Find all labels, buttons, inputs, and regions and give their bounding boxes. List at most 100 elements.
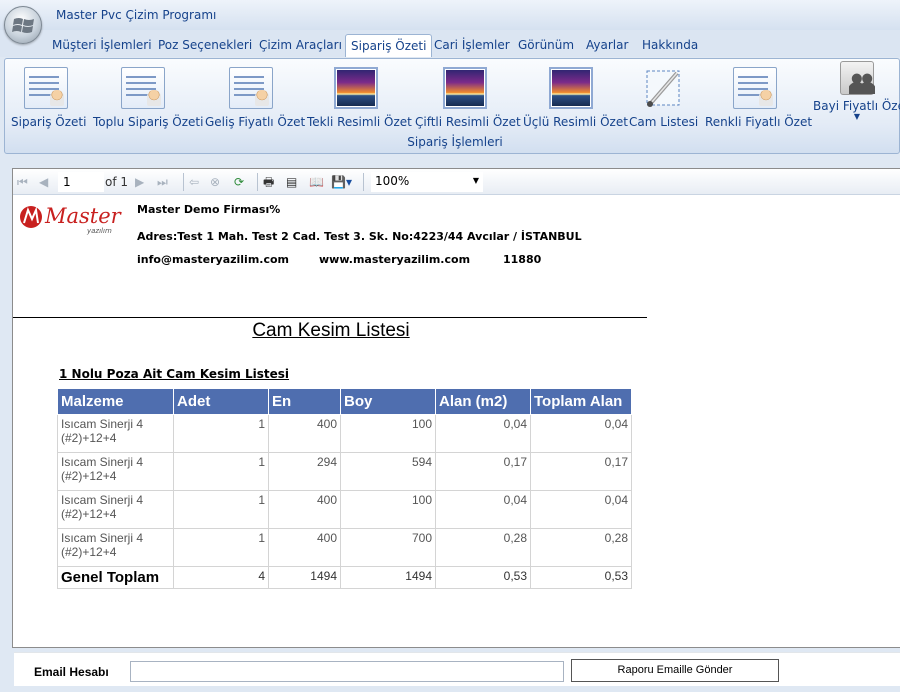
cell-adet: 1 (173, 490, 269, 529)
previous-page-icon[interactable]: ◀ (39, 174, 48, 190)
siparis-ozeti-button[interactable]: Sipariş Özeti (11, 67, 86, 129)
tab-ayarlar[interactable]: Ayarlar (581, 34, 633, 57)
tekli-resimli-ozet-label: Tekli Resimli Özet (307, 115, 412, 129)
company-logo: Master yazılım (19, 201, 129, 238)
page-number-input[interactable]: 1 (58, 172, 104, 192)
total-toplam: 0,53 (530, 566, 632, 589)
cell-malzeme: Isıcam Sinerji 4 (#2)+12+4 (57, 452, 174, 491)
cell-adet: 1 (173, 414, 269, 453)
list-user-icon (24, 67, 68, 109)
col-malzeme: Malzeme (57, 388, 174, 415)
users-icon (840, 61, 875, 95)
divider (13, 317, 647, 318)
cell-boy: 100 (340, 414, 436, 453)
zoom-value: 100% (375, 174, 410, 188)
back-icon[interactable]: ⇦ (189, 174, 199, 190)
report-title: Cam Kesim Listesi (252, 320, 410, 341)
page-setup-icon[interactable]: 📖 (309, 174, 324, 190)
tab-hakkinda[interactable]: Hakkında (637, 34, 703, 57)
page-count: of 1 (105, 175, 129, 189)
tab-gorunum[interactable]: Görünüm (513, 34, 579, 57)
next-page-icon[interactable]: ▶ (135, 174, 144, 190)
cell-en: 400 (268, 528, 341, 567)
cell-toplam: 0,28 (530, 528, 632, 567)
send-email-button[interactable]: Raporu Emaille Gönder (571, 659, 779, 682)
company-name: Master Demo Firması% (137, 203, 281, 216)
application-menu-button[interactable] (4, 6, 42, 44)
report-viewer: ⏮ ◀ 1 of 1 ▶ ⏭ ⇦ ⊗ ⟳ 🖶 ▤ 📖 💾▾ 100% ▼ Mast… (12, 168, 900, 648)
col-adet: Adet (173, 388, 269, 415)
cell-malzeme: Isıcam Sinerji 4 (#2)+12+4 (57, 414, 174, 453)
cell-boy: 700 (340, 528, 436, 567)
ciftli-resimli-ozet-label: Çiftli Resimli Özet (415, 115, 521, 129)
zoom-select[interactable]: 100% ▼ (371, 172, 483, 192)
table-row: Isıcam Sinerji 4 (#2)+12+4 1 294 594 0,1… (57, 452, 632, 491)
company-email: info@masteryazilim.com (137, 253, 290, 266)
table-row: Isıcam Sinerji 4 (#2)+12+4 1 400 100 0,0… (57, 414, 632, 453)
title-bar: Master Pvc Çizim Programı (0, 0, 900, 30)
uclu-resimli-ozet-label: Üçlü Resimli Özet (523, 115, 628, 129)
gelis-fiyatli-ozet-button[interactable]: Geliş Fiyatlı Özet (205, 67, 306, 129)
ribbon-panel: Sipariş Özeti Toplu Sipariş Özeti Geliş … (4, 58, 900, 154)
table-row: Isıcam Sinerji 4 (#2)+12+4 1 400 100 0,0… (57, 490, 632, 529)
col-alan: Alan (m2) (435, 388, 531, 415)
total-en: 1494 (268, 566, 341, 589)
uclu-resimli-ozet-button[interactable]: Üçlü Resimli Özet (523, 67, 628, 129)
cell-toplam: 0,04 (530, 490, 632, 529)
cell-toplam: 0,04 (530, 414, 632, 453)
first-page-icon[interactable]: ⏮ (17, 174, 28, 190)
tab-poz-secenekleri[interactable]: Poz Seçenekleri (153, 34, 257, 57)
bayi-fiyatli-ozet-button[interactable]: Bayi Fiyatlı Özet ▼ (813, 61, 900, 121)
cell-adet: 1 (173, 452, 269, 491)
cell-malzeme: Isıcam Sinerji 4 (#2)+12+4 (57, 490, 174, 529)
tab-siparis-ozeti[interactable]: Sipariş Özeti (345, 34, 433, 57)
tekli-resimli-ozet-button[interactable]: Tekli Resimli Özet (307, 67, 412, 129)
ciftli-resimli-ozet-button[interactable]: Çiftli Resimli Özet (415, 67, 521, 129)
tab-musteri-islemleri[interactable]: Müşteri İşlemleri (47, 34, 157, 57)
report-document: Master yazılım Master Demo Firması% Adre… (13, 195, 900, 647)
renkli-fiyatli-ozet-button[interactable]: Renkli Fiyatlı Özet (705, 67, 813, 129)
dropdown-arrow-icon: ▼ (853, 112, 861, 121)
export-icon[interactable]: 💾▾ (331, 174, 352, 190)
list-user-icon (121, 67, 165, 109)
stop-icon[interactable]: ⊗ (210, 174, 220, 190)
cell-boy: 100 (340, 490, 436, 529)
email-input[interactable] (130, 661, 564, 682)
cam-kesim-table: Malzeme Adet En Boy Alan (m2) Toplam Ala… (57, 388, 632, 589)
col-boy: Boy (340, 388, 436, 415)
renkli-fiyatli-ozet-label: Renkli Fiyatlı Özet (705, 115, 813, 129)
cell-toplam: 0,17 (530, 452, 632, 491)
gelis-fiyatli-ozet-label: Geliş Fiyatlı Özet (205, 115, 306, 129)
company-address: Adres:Test 1 Mah. Test 2 Cad. Test 3. Sk… (137, 230, 582, 243)
glass-icon (641, 67, 685, 109)
cell-alan: 0,04 (435, 414, 531, 453)
photo-icon (549, 67, 593, 109)
ribbon-group-label: Sipariş İşlemleri (407, 135, 503, 149)
cell-en: 400 (268, 414, 341, 453)
menu-tabs: Müşteri İşlemleri Poz Seçenekleri Çizim … (0, 30, 900, 57)
photo-icon (334, 67, 378, 109)
toplu-siparis-ozeti-label: Toplu Sipariş Özeti (93, 115, 204, 129)
cell-boy: 594 (340, 452, 436, 491)
cell-alan: 0,17 (435, 452, 531, 491)
tab-cizim-araclari[interactable]: Çizim Araçları (254, 34, 347, 57)
last-page-icon[interactable]: ⏭ (157, 174, 168, 190)
tab-cari-islemler[interactable]: Cari İşlemler (429, 34, 515, 57)
logo-text: Master (44, 204, 123, 228)
cam-listesi-button[interactable]: Cam Listesi (629, 67, 698, 129)
col-toplam-alan: Toplam Alan (530, 388, 632, 415)
report-subtitle: 1 Nolu Poza Ait Cam Kesim Listesi (59, 367, 290, 381)
print-layout-icon[interactable]: ▤ (286, 174, 297, 190)
windows-logo-icon (12, 18, 34, 33)
col-en: En (268, 388, 341, 415)
print-icon[interactable]: 🖶 (263, 174, 274, 190)
window-title: Master Pvc Çizim Programı (56, 8, 217, 22)
total-adet: 4 (173, 566, 269, 589)
dropdown-arrow-icon: ▼ (472, 176, 479, 185)
cell-alan: 0,04 (435, 490, 531, 529)
refresh-icon[interactable]: ⟳ (234, 174, 244, 190)
company-phone: 11880 (503, 253, 542, 266)
toplu-siparis-ozeti-button[interactable]: Toplu Sipariş Özeti (93, 67, 204, 129)
photo-icon (443, 67, 487, 109)
list-user-icon (733, 67, 777, 109)
